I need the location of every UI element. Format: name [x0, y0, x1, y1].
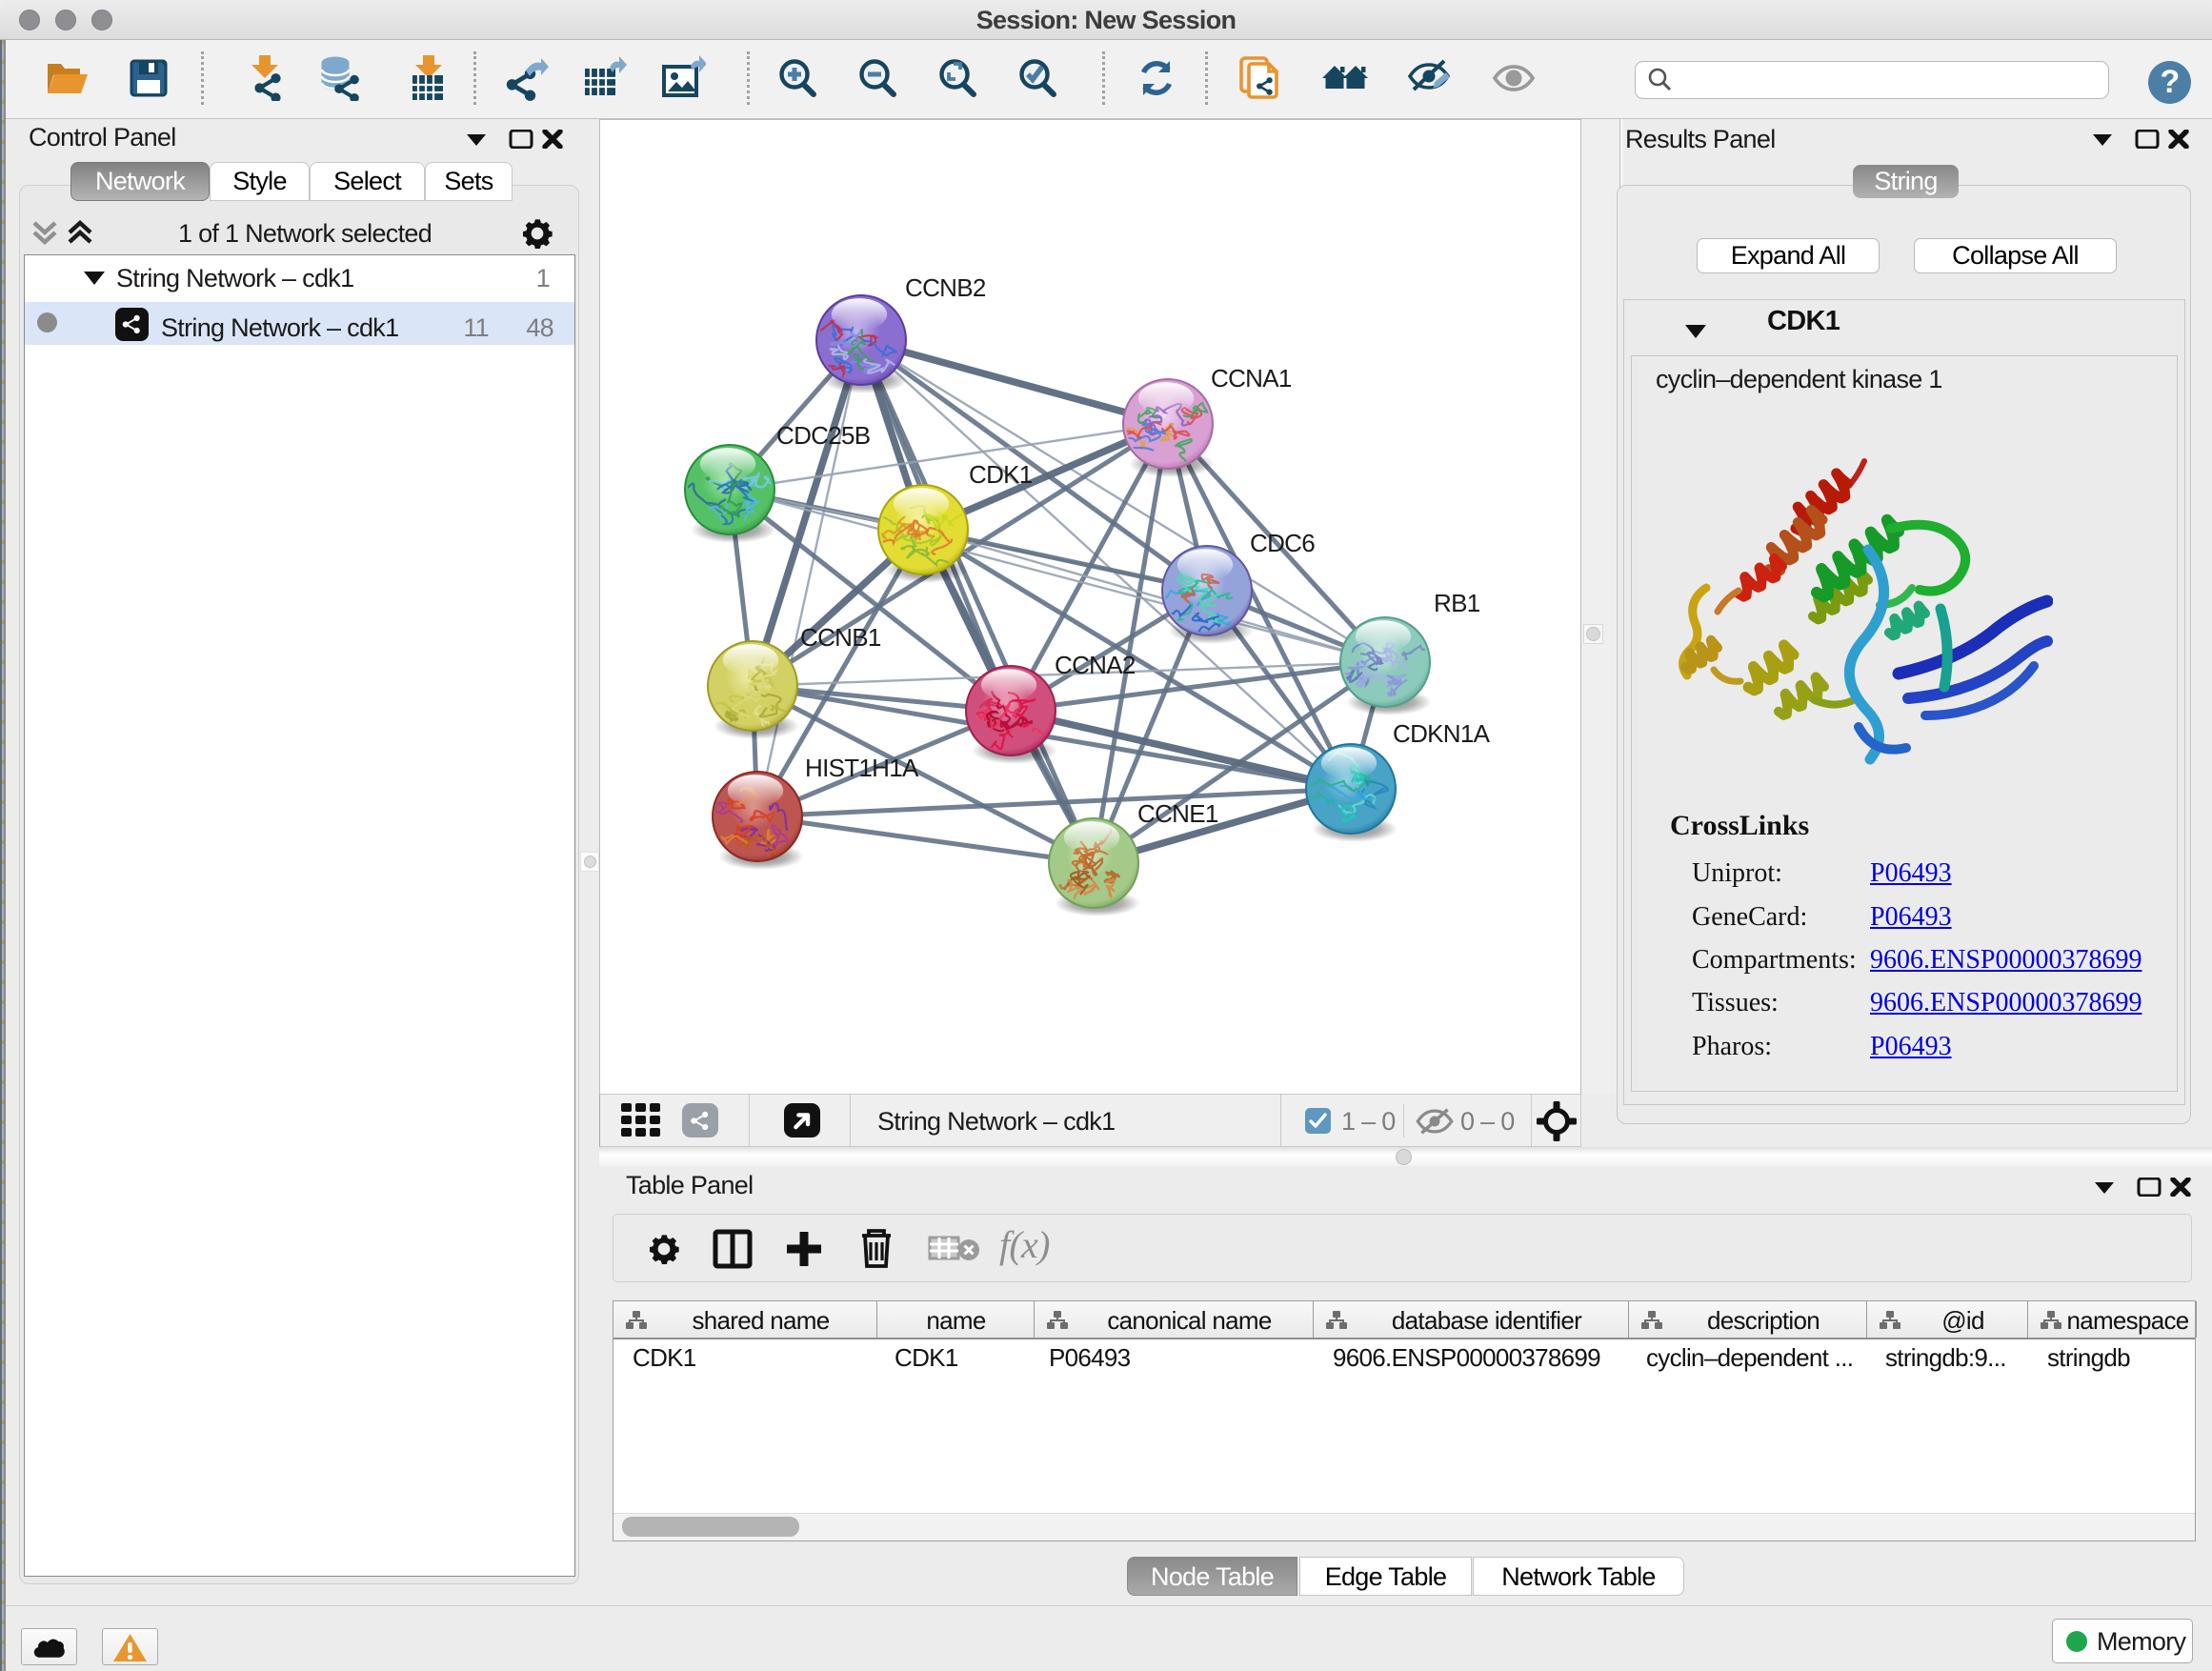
- svg-text:CDK1: CDK1: [969, 460, 1033, 489]
- svg-text:CDKN1A: CDKN1A: [1393, 719, 1491, 748]
- svg-text:CDC6: CDC6: [1250, 529, 1315, 557]
- svg-text:CCNB1: CCNB1: [800, 623, 881, 652]
- svg-text:CDC25B: CDC25B: [776, 421, 870, 450]
- svg-text:CCNA2: CCNA2: [1055, 651, 1136, 679]
- svg-text:CCNE1: CCNE1: [1137, 799, 1218, 828]
- svg-text:CCNB2: CCNB2: [905, 273, 986, 302]
- svg-text:HIST1H1A: HIST1H1A: [805, 754, 919, 782]
- svg-text:CCNA1: CCNA1: [1211, 364, 1292, 393]
- svg-text:RB1: RB1: [1434, 589, 1480, 617]
